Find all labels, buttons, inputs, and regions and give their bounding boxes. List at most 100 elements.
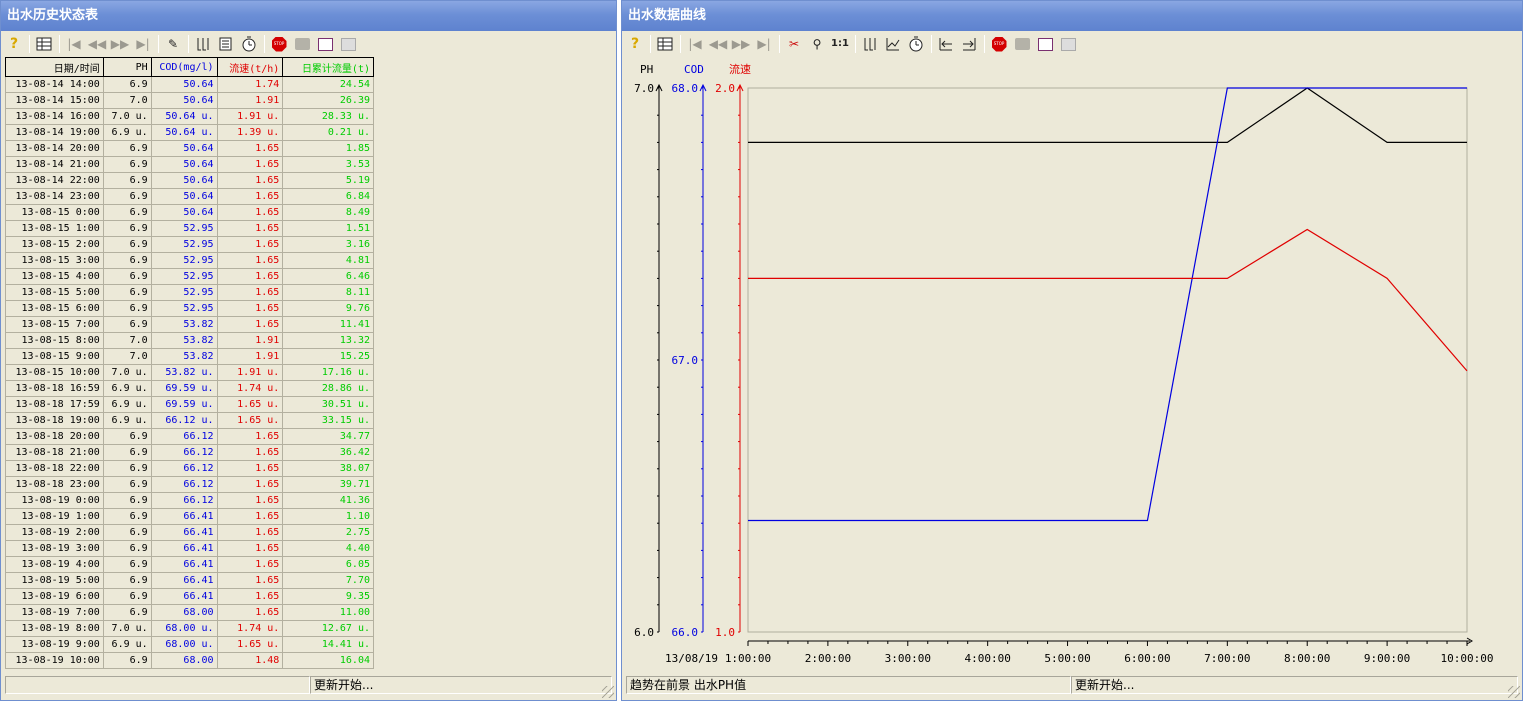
table-row[interactable]: 13-08-14 19:00 6.9 u. 50.64 u. 1.39 u. 0.21 … — [5, 124, 374, 141]
column-header-datetime[interactable]: 日期/时间 — [5, 57, 104, 77]
cell-cumulative: 28.33 u. — [282, 108, 374, 125]
book-icon[interactable] — [217, 35, 235, 53]
bars-icon[interactable] — [861, 35, 879, 53]
table-row[interactable]: 13-08-14 20:00 6.9 50.64 1.65 1.85 — [5, 140, 374, 157]
first-icon[interactable]: |◀ — [65, 35, 83, 53]
table-row[interactable]: 13-08-15 0:00 6.9 50.64 1.65 8.49 — [5, 204, 374, 221]
table-row[interactable]: 13-08-18 22:00 6.9 66.12 1.65 38.07 — [5, 460, 374, 477]
last-icon[interactable]: ▶| — [755, 35, 773, 53]
cell-datetime: 13-08-14 16:00 — [5, 108, 104, 125]
cell-datetime: 13-08-15 0:00 — [5, 204, 104, 221]
table-row[interactable]: 13-08-15 6:00 6.9 52.95 1.65 9.76 — [5, 300, 374, 317]
table-row[interactable]: 13-08-19 0:00 6.9 66.12 1.65 41.36 — [5, 492, 374, 509]
help-icon[interactable]: ? — [5, 35, 23, 53]
x-date-label: 13/08/19 — [665, 652, 718, 665]
edit-icon[interactable]: ✎ — [164, 35, 182, 53]
table-icon[interactable] — [656, 35, 674, 53]
step-forward-icon[interactable] — [960, 35, 978, 53]
export-icon[interactable] — [1059, 35, 1077, 53]
scale-1-1-icon[interactable]: 1:1 — [831, 35, 849, 53]
table-row[interactable]: 13-08-19 1:00 6.9 66.41 1.65 1.10 — [5, 508, 374, 525]
table-row[interactable]: 13-08-15 8:00 7.0 53.82 1.91 13.32 — [5, 332, 374, 349]
table-row[interactable]: 13-08-19 5:00 6.9 66.41 1.65 7.70 — [5, 572, 374, 589]
table-row[interactable]: 13-08-18 19:00 6.9 u. 66.12 u. 1.65 u. 33.15… — [5, 412, 374, 429]
next-icon[interactable]: ▶▶ — [732, 35, 750, 53]
x-tick-label: 2:00:00 — [805, 652, 851, 665]
chart-icon[interactable] — [1036, 35, 1054, 53]
table-row[interactable]: 13-08-18 23:00 6.9 66.12 1.65 39.71 — [5, 476, 374, 493]
table-row[interactable]: 13-08-18 21:00 6.9 66.12 1.65 36.42 — [5, 444, 374, 461]
last-icon[interactable]: ▶| — [134, 35, 152, 53]
column-header-ph[interactable]: PH — [102, 57, 152, 77]
prev-icon[interactable]: ◀◀ — [709, 35, 727, 53]
table-row[interactable]: 13-08-15 3:00 6.9 52.95 1.65 4.81 — [5, 252, 374, 269]
table-row[interactable]: 13-08-15 4:00 6.9 52.95 1.65 6.46 — [5, 268, 374, 285]
clock-icon[interactable] — [240, 35, 258, 53]
window-title[interactable]: 出水数据曲线 — [622, 1, 1522, 31]
chart-icon[interactable] — [316, 35, 334, 53]
column-header-flow[interactable]: 流速(t/h) — [216, 57, 284, 77]
print-icon[interactable] — [1013, 35, 1031, 53]
table-row[interactable]: 13-08-19 4:00 6.9 66.41 1.65 6.05 — [5, 556, 374, 573]
zoom-icon[interactable]: ⚲ — [808, 35, 826, 53]
table-row[interactable]: 13-08-14 21:00 6.9 50.64 1.65 3.53 — [5, 156, 374, 173]
step-back-icon[interactable] — [937, 35, 955, 53]
table-row[interactable]: 13-08-15 1:00 6.9 52.95 1.65 1.51 — [5, 220, 374, 237]
resize-grip-icon[interactable] — [1508, 686, 1520, 698]
table-row[interactable]: 13-08-15 9:00 7.0 53.82 1.91 15.25 — [5, 348, 374, 365]
stop-icon[interactable]: STOP — [270, 35, 288, 53]
table-icon[interactable] — [35, 35, 53, 53]
table-row[interactable]: 13-08-19 9:00 6.9 u. 68.00 u. 1.65 u. 14.41 … — [5, 636, 374, 653]
help-icon[interactable]: ? — [626, 35, 644, 53]
table-row[interactable]: 13-08-15 7:00 6.9 53.82 1.65 11.41 — [5, 316, 374, 333]
cell-cod: 50.64 — [150, 172, 218, 189]
table-row[interactable]: 13-08-14 23:00 6.9 50.64 1.65 6.84 — [5, 188, 374, 205]
table-row[interactable]: 13-08-19 2:00 6.9 66.41 1.65 2.75 — [5, 524, 374, 541]
table-row[interactable]: 13-08-18 16:59 6.9 u. 69.59 u. 1.74 u. 28.86… — [5, 380, 374, 397]
table-row[interactable]: 13-08-15 5:00 6.9 52.95 1.65 8.11 — [5, 284, 374, 301]
table-row[interactable]: 13-08-19 3:00 6.9 66.41 1.65 4.40 — [5, 540, 374, 557]
first-icon[interactable]: |◀ — [686, 35, 704, 53]
cell-ph: 6.9 — [102, 524, 152, 541]
table-row[interactable]: 13-08-18 20:00 6.9 66.12 1.65 34.77 — [5, 428, 374, 445]
table-row[interactable]: 13-08-15 2:00 6.9 52.95 1.65 3.16 — [5, 236, 374, 253]
prev-icon[interactable]: ◀◀ — [88, 35, 106, 53]
export-icon[interactable] — [339, 35, 357, 53]
table-row[interactable]: 13-08-19 10:00 6.9 68.00 1.48 16.04 — [5, 652, 374, 669]
print-icon[interactable] — [293, 35, 311, 53]
cell-flow: 1.65 — [216, 204, 284, 221]
stop-icon[interactable]: STOP — [990, 35, 1008, 53]
cell-flow: 1.65 — [216, 220, 284, 237]
filter-icon[interactable]: ✂ — [785, 35, 803, 53]
cell-datetime: 13-08-14 14:00 — [5, 76, 104, 93]
cell-cod: 50.64 — [150, 204, 218, 221]
table-row[interactable]: 13-08-19 6:00 6.9 66.41 1.65 9.35 — [5, 588, 374, 605]
table-row[interactable]: 13-08-14 14:00 6.9 50.64 1.74 24.54 — [5, 76, 374, 93]
table-row[interactable]: 13-08-14 15:00 7.0 50.64 1.91 26.39 — [5, 92, 374, 109]
table-row[interactable]: 13-08-18 17:59 6.9 u. 69.59 u. 1.65 u. 30.51… — [5, 396, 374, 413]
table-row[interactable]: 13-08-14 22:00 6.9 50.64 1.65 5.19 — [5, 172, 374, 189]
cell-ph: 6.9 — [102, 428, 152, 445]
column-header-cumulative[interactable]: 日累计流量(t) — [282, 57, 374, 77]
status-bar: 更新开始... — [5, 676, 612, 694]
cell-ph: 6.9 — [102, 220, 152, 237]
table-row[interactable]: 13-08-19 7:00 6.9 68.00 1.65 11.00 — [5, 604, 374, 621]
window-title[interactable]: 出水历史状态表 — [1, 1, 616, 31]
cell-cumulative: 15.25 — [282, 348, 374, 365]
trend-chart[interactable]: PH 7.0 6.0 COD 68.0 66.0 67.0 流速 2.0 1.0 1:00:00 2:… — [622, 57, 1522, 675]
cell-flow: 1.65 — [216, 444, 284, 461]
bars-icon[interactable] — [194, 35, 212, 53]
column-header-cod[interactable]: COD(mg/l) — [150, 57, 218, 77]
table-row[interactable]: 13-08-14 16:00 7.0 u. 50.64 u. 1.91 u. 28.33… — [5, 108, 374, 125]
table-row[interactable]: 13-08-15 10:00 7.0 u. 53.82 u. 1.91 u. 17.16… — [5, 364, 374, 381]
clock-icon[interactable] — [907, 35, 925, 53]
cell-cod: 50.64 — [150, 156, 218, 173]
cell-flow: 1.65 — [216, 476, 284, 493]
table-row[interactable]: 13-08-19 8:00 7.0 u. 68.00 u. 1.74 u. 12.67 … — [5, 620, 374, 637]
cell-ph: 6.9 — [102, 204, 152, 221]
cell-cumulative: 2.75 — [282, 524, 374, 541]
next-icon[interactable]: ▶▶ — [111, 35, 129, 53]
trend-icon[interactable] — [884, 35, 902, 53]
x-tick-label: 8:00:00 — [1284, 652, 1330, 665]
resize-grip-icon[interactable] — [602, 686, 614, 698]
